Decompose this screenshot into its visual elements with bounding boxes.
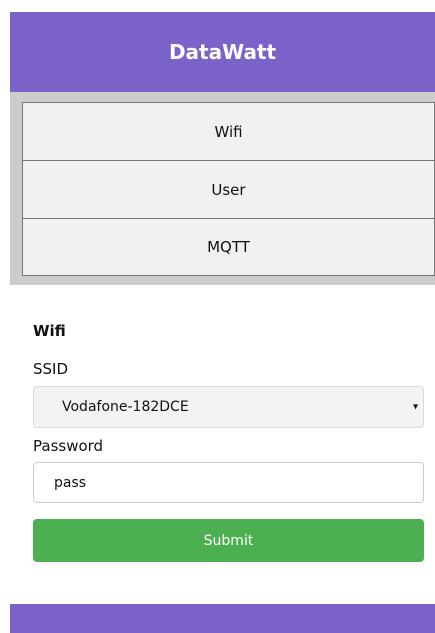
submit-button[interactable]: Submit bbox=[33, 519, 424, 562]
nav-item-user[interactable]: User bbox=[22, 160, 435, 218]
app-footer bbox=[10, 604, 435, 633]
nav-menu: Wifi User MQTT bbox=[10, 92, 435, 285]
nav-item-wifi[interactable]: Wifi bbox=[22, 102, 435, 160]
ssid-selected-value: Vodafone-182DCE bbox=[62, 399, 189, 415]
caret-down-icon: ▾ bbox=[412, 401, 418, 413]
nav-item-label: User bbox=[211, 180, 246, 199]
password-label: Password bbox=[33, 437, 104, 455]
page: DataWatt Wifi User MQTT Wifi SSID Vodafo… bbox=[0, 0, 435, 633]
password-input[interactable] bbox=[33, 462, 424, 503]
nav-item-mqtt[interactable]: MQTT bbox=[22, 218, 435, 276]
app-header: DataWatt bbox=[10, 12, 435, 92]
ssid-label: SSID bbox=[33, 360, 69, 378]
nav-item-label: Wifi bbox=[214, 122, 243, 141]
nav-item-label: MQTT bbox=[207, 238, 250, 256]
form-title: Wifi bbox=[33, 322, 66, 340]
ssid-select[interactable]: Vodafone-182DCE ▾ bbox=[33, 386, 424, 428]
app-title: DataWatt bbox=[168, 40, 277, 64]
